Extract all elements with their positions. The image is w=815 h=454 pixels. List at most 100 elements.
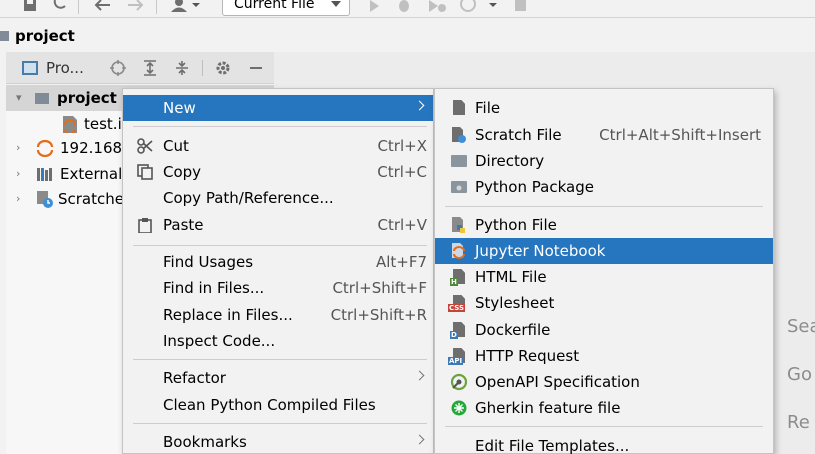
menu-separator xyxy=(133,423,427,424)
folder-icon xyxy=(35,92,49,104)
coverage-icon[interactable] xyxy=(426,0,448,12)
project-window-icon xyxy=(22,60,38,75)
new-item-edit-templates[interactable]: Edit File Templates... xyxy=(435,433,773,454)
new-item-label: Dockerfile xyxy=(475,321,551,339)
new-item-label: Python Package xyxy=(475,178,594,196)
menu-separator xyxy=(445,426,763,427)
menu-item-find-in-files[interactable]: Find in Files... Ctrl+Shift+F xyxy=(123,275,433,301)
new-item-stylesheet[interactable]: CSS Stylesheet xyxy=(435,290,773,316)
context-menu: New Cut Ctrl+X Copy Ctrl+C Copy Path/Ref… xyxy=(122,88,434,454)
jupyter-notebook-icon xyxy=(450,242,468,260)
back-icon[interactable] xyxy=(92,0,112,12)
expand-all-icon[interactable] xyxy=(140,59,160,77)
menu-item-label: Replace in Files... xyxy=(163,306,293,324)
new-item-directory[interactable]: Directory xyxy=(435,148,773,174)
new-item-label: HTML File xyxy=(475,268,547,286)
gherkin-icon xyxy=(450,399,468,417)
menu-item-replace-in-files[interactable]: Replace in Files... Ctrl+Shift+R xyxy=(123,302,433,328)
chevron-right-icon xyxy=(414,100,425,111)
project-panel-header: Pro... xyxy=(6,52,274,84)
locate-icon[interactable] xyxy=(108,59,128,77)
menu-item-paste[interactable]: Paste Ctrl+V xyxy=(123,212,433,238)
chevron-down-icon: ▾ xyxy=(16,91,22,104)
tree-item-label: 192.168. xyxy=(60,139,127,157)
menu-item-shortcut: Ctrl+V xyxy=(377,216,427,234)
new-item-gherkin[interactable]: Gherkin feature file xyxy=(435,395,773,421)
file-icon xyxy=(450,99,468,117)
sync-icon[interactable] xyxy=(52,0,68,12)
menu-separator xyxy=(133,359,427,360)
menu-item-refactor[interactable]: Refactor xyxy=(123,365,433,391)
menu-item-label: Clean Python Compiled Files xyxy=(163,396,376,414)
menu-separator xyxy=(133,245,427,246)
menu-item-shortcut: Ctrl+Shift+R xyxy=(330,306,427,324)
minimize-icon[interactable] xyxy=(246,59,266,77)
toolbar-separator xyxy=(78,0,79,14)
copy-icon xyxy=(137,164,153,180)
new-item-python-package[interactable]: Python Package xyxy=(435,174,773,200)
vcs-user-icon[interactable] xyxy=(168,0,202,12)
save-icon[interactable] xyxy=(22,0,38,12)
menu-item-label: New xyxy=(163,99,196,117)
run-configuration-label: Current File xyxy=(234,0,315,12)
menu-item-find-usages[interactable]: Find Usages Alt+F7 xyxy=(123,249,433,275)
main-toolbar: Current File xyxy=(0,0,815,18)
run-icon[interactable] xyxy=(366,0,382,12)
header-separator xyxy=(202,60,203,76)
new-item-label: Directory xyxy=(475,152,545,170)
new-item-openapi[interactable]: OpenAPI Specification xyxy=(435,369,773,395)
menu-item-clean-python-compiled[interactable]: Clean Python Compiled Files xyxy=(123,392,433,418)
new-item-label: File xyxy=(475,99,501,117)
python-file-icon xyxy=(450,216,468,234)
menu-item-shortcut: Ctrl+Shift+F xyxy=(332,279,427,297)
new-item-label: HTTP Request xyxy=(475,347,580,365)
notebook-file-icon xyxy=(63,115,77,135)
menu-separator xyxy=(133,126,427,127)
chevron-right-icon xyxy=(414,434,425,445)
new-submenu: File Scratch File Ctrl+Alt+Shift+Insert … xyxy=(434,88,774,454)
chevron-right-icon: › xyxy=(16,141,21,154)
new-item-label: Stylesheet xyxy=(475,294,555,312)
paste-icon xyxy=(137,217,153,233)
scissors-icon xyxy=(137,138,153,154)
new-item-http-request[interactable]: API HTTP Request xyxy=(435,343,773,369)
debug-icon[interactable] xyxy=(396,0,412,12)
new-item-python-file[interactable]: Python File xyxy=(435,212,773,238)
gear-icon[interactable] xyxy=(213,59,233,77)
tree-item-label: Scratche xyxy=(58,190,124,208)
breadcrumb-project[interactable]: project xyxy=(15,27,75,45)
menu-item-label: Inspect Code... xyxy=(163,332,276,350)
toolbar-separator xyxy=(156,0,157,14)
http-request-icon: API xyxy=(448,347,468,365)
menu-item-label: Find in Files... xyxy=(163,279,265,297)
menu-item-cut[interactable]: Cut Ctrl+X xyxy=(123,133,433,159)
menu-item-shortcut: Ctrl+C xyxy=(377,163,427,181)
project-panel-title[interactable]: Pro... xyxy=(46,59,84,77)
directory-icon xyxy=(450,152,468,170)
new-item-file[interactable]: File xyxy=(435,95,773,121)
library-icon xyxy=(36,166,54,182)
api-badge: API xyxy=(448,357,464,365)
run-configuration-combo[interactable]: Current File xyxy=(222,0,350,16)
new-item-scratch-file[interactable]: Scratch File Ctrl+Alt+Shift+Insert xyxy=(435,122,773,148)
stop-icon[interactable] xyxy=(512,0,528,12)
breadcrumb: project xyxy=(0,22,815,50)
python-package-icon xyxy=(450,178,468,196)
menu-item-new[interactable]: New xyxy=(123,95,433,121)
menu-item-copy[interactable]: Copy Ctrl+C xyxy=(123,159,433,185)
menu-item-shortcut: Alt+F7 xyxy=(375,253,427,271)
profile-icon[interactable] xyxy=(458,0,500,12)
new-item-dockerfile[interactable]: D Dockerfile xyxy=(435,317,773,343)
menu-separator xyxy=(445,206,763,207)
menu-item-shortcut: Ctrl+X xyxy=(377,137,427,155)
forward-icon[interactable] xyxy=(126,0,146,12)
collapse-all-icon[interactable] xyxy=(172,59,192,77)
new-item-label: Gherkin feature file xyxy=(475,399,621,417)
new-item-html-file[interactable]: H HTML File xyxy=(435,264,773,290)
new-item-jupyter-notebook[interactable]: Jupyter Notebook xyxy=(435,238,773,264)
menu-item-label: Cut xyxy=(163,137,189,155)
menu-item-label: Copy xyxy=(163,163,202,181)
menu-item-bookmarks[interactable]: Bookmarks xyxy=(123,429,433,454)
menu-item-copy-path[interactable]: Copy Path/Reference... xyxy=(123,185,433,211)
menu-item-inspect-code[interactable]: Inspect Code... xyxy=(123,328,433,354)
